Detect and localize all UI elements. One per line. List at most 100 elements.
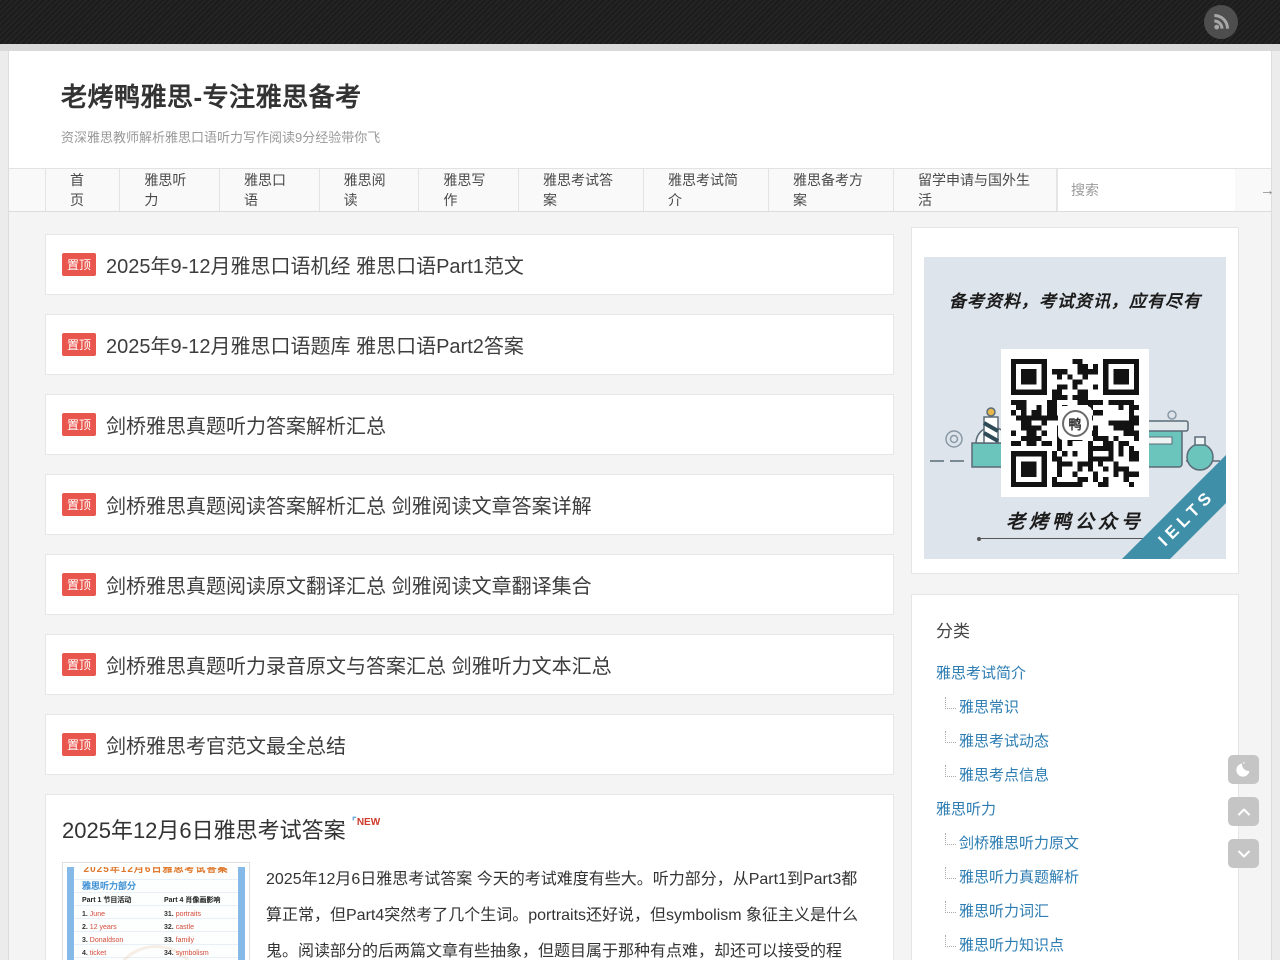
category-link[interactable]: 雅思考点信息 [959,764,1049,785]
nav-item-label[interactable]: 留学申请与国外生活 [918,170,1032,210]
rss-icon[interactable] [1204,5,1238,39]
wechat-qr-image: 备考资料，考试资讯，应有尽有 [924,257,1226,559]
new-icon: ⌜NEW [352,815,381,828]
sheet-top-title: 2025年12月6日雅思考试答案 [74,867,238,875]
night-mode-button[interactable] [1228,755,1259,784]
chevron-down-icon [1234,844,1254,864]
pinned-post-title[interactable]: 剑桥雅思真题听力答案解析汇总 [106,410,386,439]
category-item[interactable]: 雅思听力知识点 [945,934,1214,955]
top-bar [0,0,1280,44]
nav-item-label[interactable]: 雅思听力 [144,170,195,210]
pinned-post-title[interactable]: 2025年9-12月雅思口语机经 雅思口语Part1范文 [106,250,524,279]
categories-list: 雅思考试简介 雅思常识 雅思考试动态 雅思考点信息 雅思听力 剑桥雅思听力原文 … [936,662,1214,960]
nav-item-label[interactable]: 首页 [70,170,95,210]
nav-item[interactable]: 雅思听力 [119,169,219,211]
content-area: 置顶 2025年9-12月雅思口语机经 雅思口语Part1范文 置顶 2025年… [9,212,1271,960]
pinned-post-card: 置顶 剑桥雅思真题听力答案解析汇总 [45,394,894,455]
nav-item[interactable]: 留学申请与国外生活 [893,169,1057,211]
answer-row: 34. symbolism [164,947,238,960]
pinned-post-title[interactable]: 2025年9-12月雅思口语题库 雅思口语Part2答案 [106,330,524,359]
sheet-col2-header: Part 4 肖像画影响 [164,895,238,905]
category-item[interactable]: 雅思考点信息 [945,764,1214,785]
nav-item-label[interactable]: 雅思备考方案 [793,170,869,210]
nav-item-label[interactable]: 雅思考试简介 [668,170,744,210]
pinned-badge: 置顶 [62,413,96,436]
nav-item[interactable]: 雅思口语 [219,169,319,211]
nav-item-label[interactable]: 雅思阅读 [344,170,395,210]
category-item[interactable]: 雅思听力 [936,798,1214,819]
nav-item[interactable]: 雅思写作 [418,169,518,211]
tree-connector-icon [945,731,956,743]
post-thumbnail[interactable]: 2025年12月6日雅思考试答案 雅思听力部分 Part 1 节目活动 1. J… [62,862,250,960]
category-link[interactable]: 雅思常识 [959,696,1019,717]
answer-sheet-image: 2025年12月6日雅思考试答案 雅思听力部分 Part 1 节目活动 1. J… [67,867,245,960]
pinned-badge: 置顶 [62,253,96,276]
category-item[interactable]: 雅思考试简介 [936,662,1214,683]
post-title[interactable]: 2025年12月6日雅思考试答案 [62,813,346,845]
nav-item-label[interactable]: 雅思考试答案 [543,170,619,210]
latest-post-card: 2025年12月6日雅思考试答案 ⌜NEW 2025年12月6日雅思考试答案 雅… [45,794,894,960]
category-item[interactable]: 剑桥雅思听力原文 [945,832,1214,853]
answer-row: 33. family [164,934,238,947]
post-excerpt: 2025年12月6日雅思考试答案 今天的考试难度有些大。听力部分，从Part1到… [266,862,869,960]
qr-code: 鸭 [1001,349,1149,497]
pinned-post-title[interactable]: 剑桥雅思真题听力录音原文与答案汇总 剑雅听力文本汇总 [106,650,612,679]
scroll-bottom-button[interactable] [1228,839,1259,868]
site-title[interactable]: 老烤鸭雅思-专注雅思备考 [61,77,1235,114]
nav-item[interactable]: 雅思考试答案 [518,169,643,211]
pinned-badge: 置顶 [62,333,96,356]
nav-item[interactable]: 雅思考试简介 [643,169,768,211]
nav-list: 首页 雅思听力 雅思口语 雅思阅读 雅思写作 雅思考试答案 雅思考试简介 雅思备… [45,169,1057,211]
tree-connector-icon [945,765,956,777]
answer-row: 2. 12 years [82,921,156,934]
nav-item[interactable]: 雅思阅读 [319,169,419,211]
tree-connector-icon [945,697,956,709]
sheet-col1-answers: 1. June 2. 12 years 3. Donaldson 4. tick… [82,908,156,960]
category-link[interactable]: 雅思听力真题解析 [959,866,1079,887]
category-link[interactable]: 雅思听力知识点 [959,934,1064,955]
qr-center-logo: 鸭 [1058,406,1092,440]
category-link[interactable]: 雅思考试简介 [936,662,1026,683]
pinned-post-card: 置顶 2025年9-12月雅思口语机经 雅思口语Part1范文 [45,234,894,295]
category-item[interactable]: 雅思考试动态 [945,730,1214,751]
category-item[interactable]: 雅思听力真题解析 [945,866,1214,887]
main-column: 置顶 2025年9-12月雅思口语机经 雅思口语Part1范文 置顶 2025年… [45,212,894,960]
pinned-post-card: 置顶 剑桥雅思真题阅读答案解析汇总 剑雅阅读文章答案详解 [45,474,894,535]
scroll-top-button[interactable] [1228,797,1259,826]
tree-connector-icon [945,867,956,879]
sheet-title: 雅思听力部分 [82,879,238,892]
category-link[interactable]: 雅思听力词汇 [959,900,1049,921]
pinned-post-title[interactable]: 剑桥雅思真题阅读原文翻译汇总 剑雅阅读文章翻译集合 [106,570,592,599]
nav-item-label[interactable]: 雅思口语 [244,170,295,210]
topbar-shadow [0,44,1280,51]
search-box: → [1057,169,1235,211]
answer-row: 1. June [82,908,156,921]
category-link[interactable]: 雅思考试动态 [959,730,1049,751]
pinned-posts-list: 置顶 2025年9-12月雅思口语机经 雅思口语Part1范文 置顶 2025年… [45,234,894,775]
floating-buttons [1228,755,1259,881]
pinned-badge: 置顶 [62,573,96,596]
nav-item-label[interactable]: 雅思写作 [443,170,494,210]
categories-widget: 分类 雅思考试简介 雅思常识 雅思考试动态 雅思考点信息 雅思听力 剑桥雅思听力… [911,594,1239,960]
pinned-badge: 置顶 [62,653,96,676]
answer-row: 3. Donaldson [82,934,156,947]
answer-row: 4. ticket [82,947,156,960]
pinned-post-title[interactable]: 剑桥雅思考官范文最全总结 [106,730,346,759]
category-link[interactable]: 剑桥雅思听力原文 [959,832,1079,853]
answer-row: 32. castle [164,921,238,934]
site-header: 老烤鸭雅思-专注雅思备考 资深雅思教师解析雅思口语听力写作阅读9分经验带你飞 [9,51,1271,168]
moon-icon [1234,760,1253,779]
nav-item[interactable]: 首页 [45,169,119,211]
page-container: 老烤鸭雅思-专注雅思备考 资深雅思教师解析雅思口语听力写作阅读9分经验带你飞 首… [8,51,1272,960]
tree-connector-icon [945,833,956,845]
category-item[interactable]: 雅思听力词汇 [945,900,1214,921]
search-submit-button[interactable]: → [1256,182,1280,199]
pinned-post-title[interactable]: 剑桥雅思真题阅读答案解析汇总 剑雅阅读文章答案详解 [106,490,592,519]
category-link[interactable]: 雅思听力 [936,798,996,819]
sheet-col1-header: Part 1 节目活动 [82,895,156,905]
answer-row: 31. portraits [164,908,238,921]
nav-item[interactable]: 雅思备考方案 [768,169,893,211]
search-input[interactable] [1058,182,1256,198]
pinned-post-card: 置顶 剑桥雅思真题阅读原文翻译汇总 剑雅阅读文章翻译集合 [45,554,894,615]
category-item[interactable]: 雅思常识 [945,696,1214,717]
